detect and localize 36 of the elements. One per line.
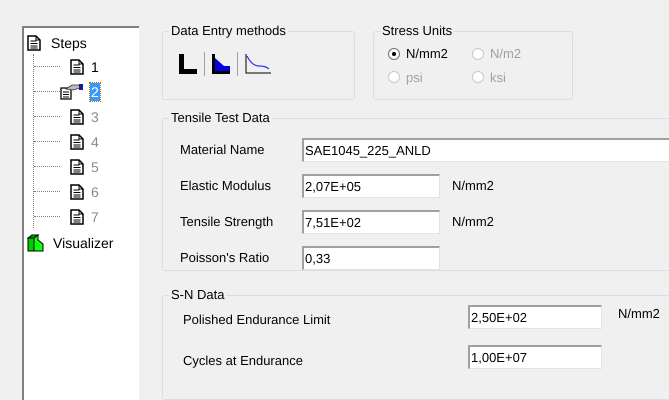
document-icon [70, 158, 84, 174]
document-hand-icon [60, 84, 84, 100]
text-field[interactable]: 2,50E+02 [468, 304, 602, 329]
radio-label: psi [406, 68, 423, 87]
field-label: Poisson's Ratio [180, 249, 270, 268]
document-icon [70, 108, 84, 124]
document-icon [70, 58, 84, 74]
document-icon [70, 134, 84, 150]
text-field[interactable]: 1,00E+07 [468, 345, 602, 370]
cube-icon [27, 234, 45, 252]
text-field[interactable]: 7,51E+02 [302, 210, 440, 234]
unit-label: N/mm2 [618, 305, 660, 323]
group-title: Data Entry methods [169, 23, 288, 39]
radio-label: N/mm2 [406, 45, 448, 63]
field-label: Cycles at Endurance [183, 352, 304, 370]
radio-button[interactable] [388, 48, 400, 60]
field-label: Material Name [180, 141, 266, 160]
tree-item[interactable]: 1 [90, 58, 100, 76]
axes-icon [179, 54, 197, 74]
document-icon [70, 208, 84, 224]
tree-item[interactable]: Visualizer [53, 232, 114, 254]
curve-chart-icon [245, 54, 271, 74]
document-icon [27, 35, 41, 51]
text-field[interactable]: SAE1045_225_ANLD [302, 138, 669, 162]
unit-label: N/mm2 [452, 213, 494, 232]
field-label: Tensile Strength [180, 213, 274, 232]
radio-label: ksi [490, 68, 506, 86]
field-label: Polished Endurance Limit [183, 311, 332, 329]
tree-root[interactable]: Steps [51, 32, 87, 54]
area-chart-icon [212, 54, 230, 74]
field-label: Elastic Modulus [180, 177, 272, 196]
document-icon [70, 184, 84, 200]
unit-label: N/mm2 [452, 177, 494, 196]
text-field[interactable]: 0,33 [302, 246, 440, 270]
text-field[interactable]: 2,07E+05 [302, 174, 440, 198]
radio-label: N/m2 [490, 45, 522, 63]
